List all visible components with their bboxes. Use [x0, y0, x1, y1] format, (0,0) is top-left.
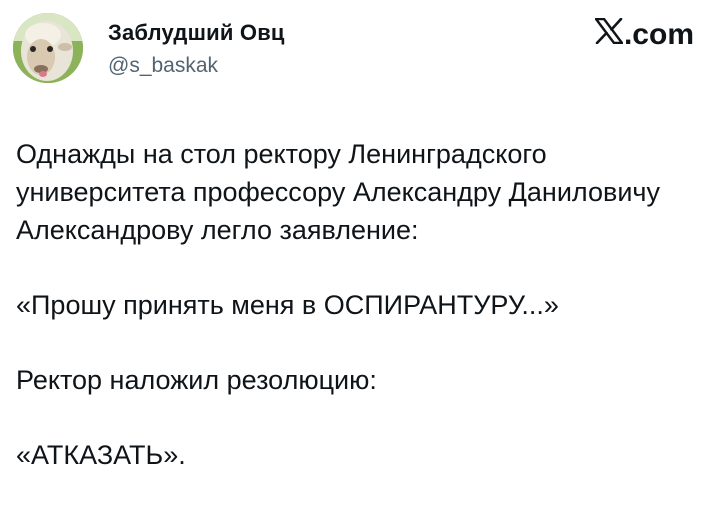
- x-logo-icon: [594, 17, 624, 45]
- user-handle[interactable]: @s_baskak: [108, 54, 218, 78]
- tweet-paragraph: Однажды на стол ректору Ленинградского у…: [16, 139, 660, 245]
- tweet-text: Однажды на стол ректору Ленинградского у…: [16, 135, 716, 474]
- site-logo: .com: [594, 17, 694, 52]
- tweet-header: Заблудший Овц @s_baskak .com: [0, 0, 728, 110]
- domain-suffix: .com: [623, 18, 694, 51]
- sheep-avatar-icon: [13, 13, 83, 83]
- avatar[interactable]: [13, 13, 83, 83]
- tweet-paragraph: Ректор наложил резолюцию:: [16, 365, 377, 395]
- tweet-paragraph: «Прошу принять меня в ОСПИРАНТУРУ...»: [16, 290, 559, 320]
- display-name[interactable]: Заблудший Овц: [108, 20, 285, 46]
- tweet-paragraph: «АТКАЗАТЬ».: [16, 440, 186, 470]
